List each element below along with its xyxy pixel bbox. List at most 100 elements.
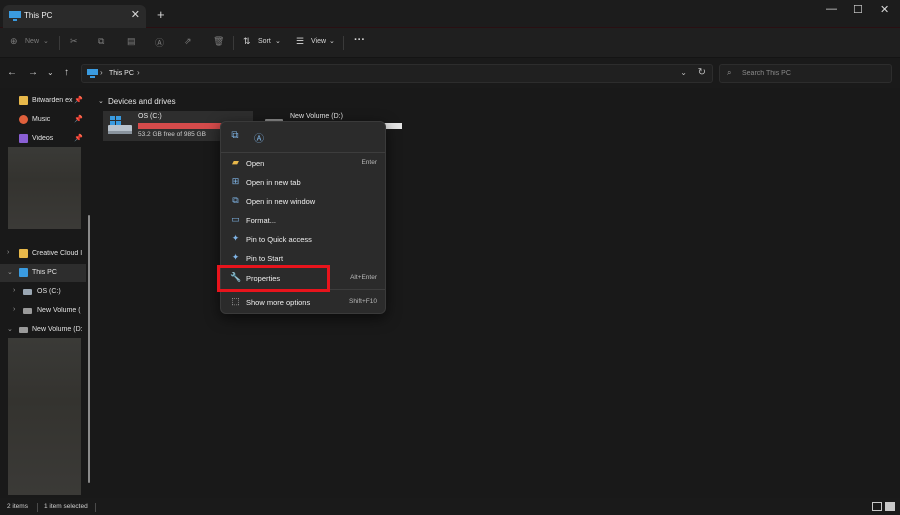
drive-free-space: 53.2 GB free of 985 GB [138,131,206,138]
pin-icon[interactable]: 📌 [74,96,83,104]
view-button[interactable]: View [311,38,326,45]
more-options-button[interactable]: ··· [354,34,365,46]
breadcrumb-this-pc[interactable]: This PC [109,70,134,77]
menu-item-pin-to-quick-access[interactable]: ✦ Pin to Quick access [225,230,383,247]
folder-icon [19,96,28,105]
search-input[interactable] [742,67,882,80]
context-menu-quick-actions: ⧉ Ⓐ [221,122,385,152]
share-icon[interactable]: ⇗ [184,36,192,47]
new-button[interactable]: New [25,38,39,45]
sidebar-item-this-pc[interactable]: ⌄ This PC [0,264,86,282]
new-tab-button[interactable]: + [157,7,165,22]
tab-close-icon[interactable]: ✕ [131,8,140,21]
sidebar-item-music[interactable]: Music 📌 [0,111,86,129]
menu-item-shortcut: Shift+F10 [348,298,377,305]
copy-icon[interactable]: ⧉ [98,36,104,47]
section-title: Devices and drives [108,97,176,106]
view-icon[interactable]: ☰ [296,36,304,47]
menu-item-label: Format... [246,216,277,225]
sidebar-item-label: Videos [32,135,54,142]
item-count: 2 items [7,503,28,510]
sidebar-scrollbar[interactable] [88,215,90,483]
copy-icon[interactable]: ⧉ [228,130,242,143]
sidebar-item-label: New Volume (D: [32,326,83,333]
menu-item-show-more-options[interactable]: ⬚ Show more options Shift+F10 [225,293,383,310]
close-button[interactable]: ✕ [880,3,889,16]
sidebar-item-videos[interactable]: Videos 📌 [0,130,86,148]
menu-item-open-in-new-window[interactable]: ⧉ Open in new window [225,192,383,209]
tiles-view-icon[interactable] [885,502,895,511]
videos-icon [19,134,28,143]
chevron-right-icon[interactable]: › [13,287,15,294]
pin-icon: ✦ [231,233,240,243]
new-icon[interactable]: ⊕ [10,36,18,47]
sidebar-item-bitwarden[interactable]: Bitwarden ex 📌 [0,92,86,110]
music-icon [19,115,28,124]
menu-item-label: Pin to Quick access [246,235,312,244]
windows-drive-icon [108,116,132,134]
menu-item-label: Open in new tab [246,178,301,187]
title-bar: This PC ✕ + — ☐ ✕ [0,0,900,28]
address-bar[interactable]: › This PC › ⌄ ↻ [81,64,713,83]
forward-arrow-icon[interactable]: → [28,67,38,78]
sidebar-item-new-volume[interactable]: › New Volume ( [0,302,86,320]
pc-icon [19,268,28,277]
rename-icon[interactable]: Ⓐ [155,36,164,49]
rename-icon[interactable]: Ⓐ [252,130,266,145]
new-tab-icon: ⊞ [231,176,240,186]
chevron-down-icon[interactable]: ⌄ [7,268,13,276]
details-view-icon[interactable] [872,502,882,511]
paste-icon[interactable]: ▤ [127,36,136,47]
refresh-icon[interactable]: ↻ [698,67,706,78]
chevron-right-icon[interactable]: › [13,306,15,313]
sidebar-item-creative-cloud[interactable]: › Creative Cloud I [0,245,86,263]
new-window-icon: ⧉ [232,195,239,205]
menu-item-open-in-new-tab[interactable]: ⊞ Open in new tab [225,173,383,190]
status-divider [95,503,96,512]
toolbar-divider [343,36,344,50]
drive-icon [23,308,32,314]
address-dropdown-icon[interactable]: ⌄ [680,68,687,77]
highlight-annotation [217,265,330,292]
toolbar-divider [233,36,234,50]
drive-name: OS (C:) [138,113,162,120]
pin-icon: ✦ [231,252,240,262]
menu-item-open[interactable]: ▰ Open Enter [225,154,383,171]
up-arrow-icon[interactable]: ↑ [64,67,69,78]
format-icon: ▭ [231,214,240,224]
pc-icon [87,69,98,78]
drive-name: New Volume (D:) [290,113,343,120]
pc-icon [9,11,21,21]
cut-icon[interactable]: ✂ [70,36,78,47]
chevron-right-icon[interactable]: › [7,249,9,256]
menu-item-label: Pin to Start [246,254,284,263]
sort-icon[interactable]: ⇅ [243,36,251,47]
breadcrumb-chevron-icon[interactable]: › [137,68,140,77]
search-box[interactable]: ⌕ [719,64,892,83]
menu-divider [221,152,385,153]
delete-icon[interactable]: 🗑 [213,36,224,47]
sidebar-item-new-volume-d[interactable]: ⌄ New Volume (D: [0,321,86,339]
menu-item-pin-to-start[interactable]: ✦ Pin to Start [225,249,383,266]
tab-title: This PC [24,11,53,20]
chevron-down-icon[interactable]: ⌄ [7,325,13,333]
sidebar-item-label: Creative Cloud I [32,250,83,257]
breadcrumb-chevron-icon[interactable]: › [100,68,103,77]
sidebar-item-label: Music [32,116,51,123]
chevron-down-icon: ⌄ [275,38,281,45]
pin-icon[interactable]: 📌 [74,115,83,123]
menu-item-format[interactable]: ▭ Format... [225,211,383,228]
menu-item-label: Show more options [246,298,311,307]
back-arrow-icon[interactable]: ← [7,67,17,78]
sidebar-item-label: OS (C:) [37,288,61,295]
maximize-button[interactable]: ☐ [853,3,863,16]
minimize-button[interactable]: — [826,3,837,15]
tab-this-pc[interactable]: This PC ✕ [3,5,146,28]
recent-locations-chevron-icon[interactable]: ⌄ [47,68,54,77]
sort-button[interactable]: Sort [258,38,271,45]
menu-item-shortcut: Alt+Enter [350,274,377,281]
sidebar-item-label: Bitwarden ex [32,97,73,104]
toolbar-divider [59,36,60,50]
sidebar-item-os-c[interactable]: › OS (C:) [0,283,86,301]
pin-icon[interactable]: 📌 [74,134,83,142]
